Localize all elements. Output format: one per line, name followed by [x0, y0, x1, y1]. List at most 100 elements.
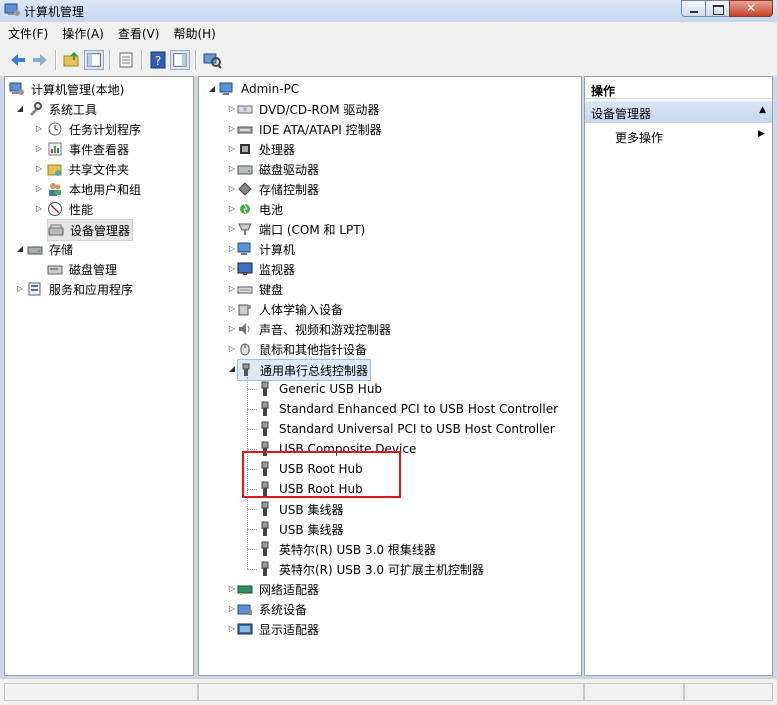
- device-label: 处理器: [259, 142, 296, 157]
- minimize-icon: [690, 11, 698, 13]
- device-category[interactable]: 鼠标和其他指针设备: [237, 339, 369, 359]
- device-category[interactable]: 网络适配器: [237, 579, 321, 599]
- tree-node-task-scheduler[interactable]: 任务计划程序: [47, 119, 143, 139]
- device-tree-root[interactable]: Admin-PC: [219, 79, 301, 99]
- expand-icon[interactable]: ▷: [227, 604, 237, 614]
- device-category[interactable]: 处理器: [237, 139, 297, 159]
- port-icon: [238, 223, 252, 235]
- expand-icon[interactable]: ▷: [15, 284, 25, 294]
- expand-icon[interactable]: ▷: [227, 184, 237, 194]
- expand-icon[interactable]: ▷: [227, 344, 237, 354]
- usb-icon: [242, 363, 250, 376]
- device-category[interactable]: DVD/CD-ROM 驱动器: [237, 99, 381, 119]
- expand-icon[interactable]: ▷: [227, 624, 237, 634]
- expand-icon[interactable]: ▷: [227, 264, 237, 274]
- collapse-arrow-icon[interactable]: ▲: [759, 105, 766, 115]
- usb-device[interactable]: USB 集线器: [257, 519, 345, 539]
- device-category[interactable]: 声音、视频和游戏控制器: [237, 319, 393, 339]
- collapse-icon[interactable]: ◢: [227, 364, 237, 374]
- device-label: 人体学输入设备: [259, 302, 344, 317]
- device-category[interactable]: 显示适配器: [237, 619, 321, 639]
- expand-icon[interactable]: ▷: [227, 224, 237, 234]
- usb-device[interactable]: Standard Enhanced PCI to USB Host Contro…: [257, 399, 560, 419]
- menu-action[interactable]: 操作(A): [54, 25, 110, 42]
- usb-device[interactable]: Standard Universal PCI to USB Host Contr…: [257, 419, 557, 439]
- expand-icon[interactable]: ▷: [227, 244, 237, 254]
- menu-view[interactable]: 查看(V): [110, 25, 166, 42]
- device-category[interactable]: 计算机: [237, 239, 297, 259]
- expand-icon[interactable]: ▷: [227, 164, 237, 174]
- expand-icon[interactable]: ▷: [34, 144, 44, 154]
- device-category[interactable]: 通用串行总线控制器: [237, 359, 372, 381]
- expand-icon[interactable]: ▷: [34, 204, 44, 214]
- expand-icon[interactable]: ▷: [227, 144, 237, 154]
- collapse-icon[interactable]: ◢: [15, 104, 25, 114]
- collapse-icon[interactable]: ◢: [207, 84, 217, 94]
- display-adapter-icon: [237, 623, 253, 635]
- expand-icon[interactable]: ▷: [227, 324, 237, 334]
- device-label: USB 集线器: [279, 522, 344, 537]
- up-folder-icon[interactable]: [62, 50, 82, 70]
- minimize-button[interactable]: [681, 0, 706, 17]
- actions-section-device-manager[interactable]: 设备管理器 ▲: [585, 101, 772, 123]
- expand-icon[interactable]: ▷: [227, 284, 237, 294]
- close-button[interactable]: ✕: [729, 0, 773, 17]
- forward-arrow-icon[interactable]: [30, 50, 50, 70]
- tree-label: 事件查看器: [69, 142, 130, 157]
- tree-node-local-users[interactable]: 本地用户和组: [47, 179, 143, 199]
- tree-node-services-apps[interactable]: 服务和应用程序: [27, 279, 135, 299]
- usb-device-icon: [261, 401, 269, 416]
- tree-node-event-viewer[interactable]: 事件查看器: [47, 139, 131, 159]
- help-icon[interactable]: ?: [148, 50, 168, 70]
- properties-icon[interactable]: [116, 50, 136, 70]
- device-category[interactable]: 监视器: [237, 259, 297, 279]
- shared-folders-icon: [47, 164, 62, 176]
- dvd-drive-icon: [237, 105, 253, 114]
- usb-device[interactable]: Generic USB Hub: [257, 379, 384, 399]
- device-category[interactable]: 存储控制器: [237, 179, 321, 199]
- expand-icon[interactable]: ▷: [34, 124, 44, 134]
- expand-icon[interactable]: ▷: [34, 164, 44, 174]
- usb-device[interactable]: USB 集线器: [257, 499, 345, 519]
- maximize-button[interactable]: [705, 0, 730, 17]
- usb-device-icon: [261, 501, 269, 516]
- device-category[interactable]: 磁盘驱动器: [237, 159, 321, 179]
- tree-node-computer-management[interactable]: 计算机管理(本地): [9, 79, 126, 99]
- tree-node-disk-management[interactable]: 磁盘管理: [47, 259, 119, 279]
- title-bar[interactable]: 计算机管理 ✕: [0, 0, 777, 22]
- scan-hardware-icon[interactable]: [202, 50, 222, 70]
- expand-icon[interactable]: ▷: [227, 204, 237, 214]
- back-arrow-icon[interactable]: [8, 50, 28, 70]
- expand-icon[interactable]: ▷: [227, 124, 237, 134]
- device-label: 监视器: [259, 262, 296, 277]
- menu-file[interactable]: 文件(F): [0, 25, 54, 42]
- tree-node-performance[interactable]: 性能: [47, 199, 95, 219]
- tree-node-system-tools[interactable]: 系统工具: [27, 99, 99, 119]
- device-label: 存储控制器: [259, 182, 320, 197]
- usb-device[interactable]: 英特尔(R) USB 3.0 可扩展主机控制器: [257, 559, 486, 579]
- expand-icon[interactable]: ▷: [227, 584, 237, 594]
- device-category[interactable]: 人体学输入设备: [237, 299, 345, 319]
- device-category[interactable]: 键盘: [237, 279, 285, 299]
- expand-icon[interactable]: ▷: [227, 304, 237, 314]
- device-category[interactable]: 端口 (COM 和 LPT): [237, 219, 367, 239]
- device-category[interactable]: 系统设备: [237, 599, 309, 619]
- tree-label: 任务计划程序: [69, 122, 142, 137]
- collapse-icon[interactable]: ◢: [15, 244, 25, 254]
- usb-device[interactable]: 英特尔(R) USB 3.0 根集线器: [257, 539, 438, 559]
- tree-node-device-manager[interactable]: 设备管理器: [47, 219, 134, 241]
- menu-help[interactable]: 帮助(H): [165, 25, 221, 42]
- show-hide-action-pane-icon[interactable]: [170, 50, 190, 70]
- tree-label: 性能: [69, 202, 94, 217]
- tree-node-storage[interactable]: 存储: [27, 239, 75, 259]
- expand-icon[interactable]: ▷: [227, 104, 237, 114]
- status-cell: [584, 683, 684, 701]
- show-hide-console-tree-icon[interactable]: [84, 50, 104, 70]
- device-category[interactable]: 电池: [237, 199, 285, 219]
- device-category[interactable]: IDE ATA/ATAPI 控制器: [237, 119, 384, 139]
- network-adapter-icon: [237, 585, 253, 595]
- more-actions-item[interactable]: 更多操作: [615, 129, 663, 146]
- tree-node-shared-folders[interactable]: 共享文件夹: [47, 159, 131, 179]
- expand-icon[interactable]: ▷: [34, 184, 44, 194]
- device-label: IDE ATA/ATAPI 控制器: [259, 122, 382, 137]
